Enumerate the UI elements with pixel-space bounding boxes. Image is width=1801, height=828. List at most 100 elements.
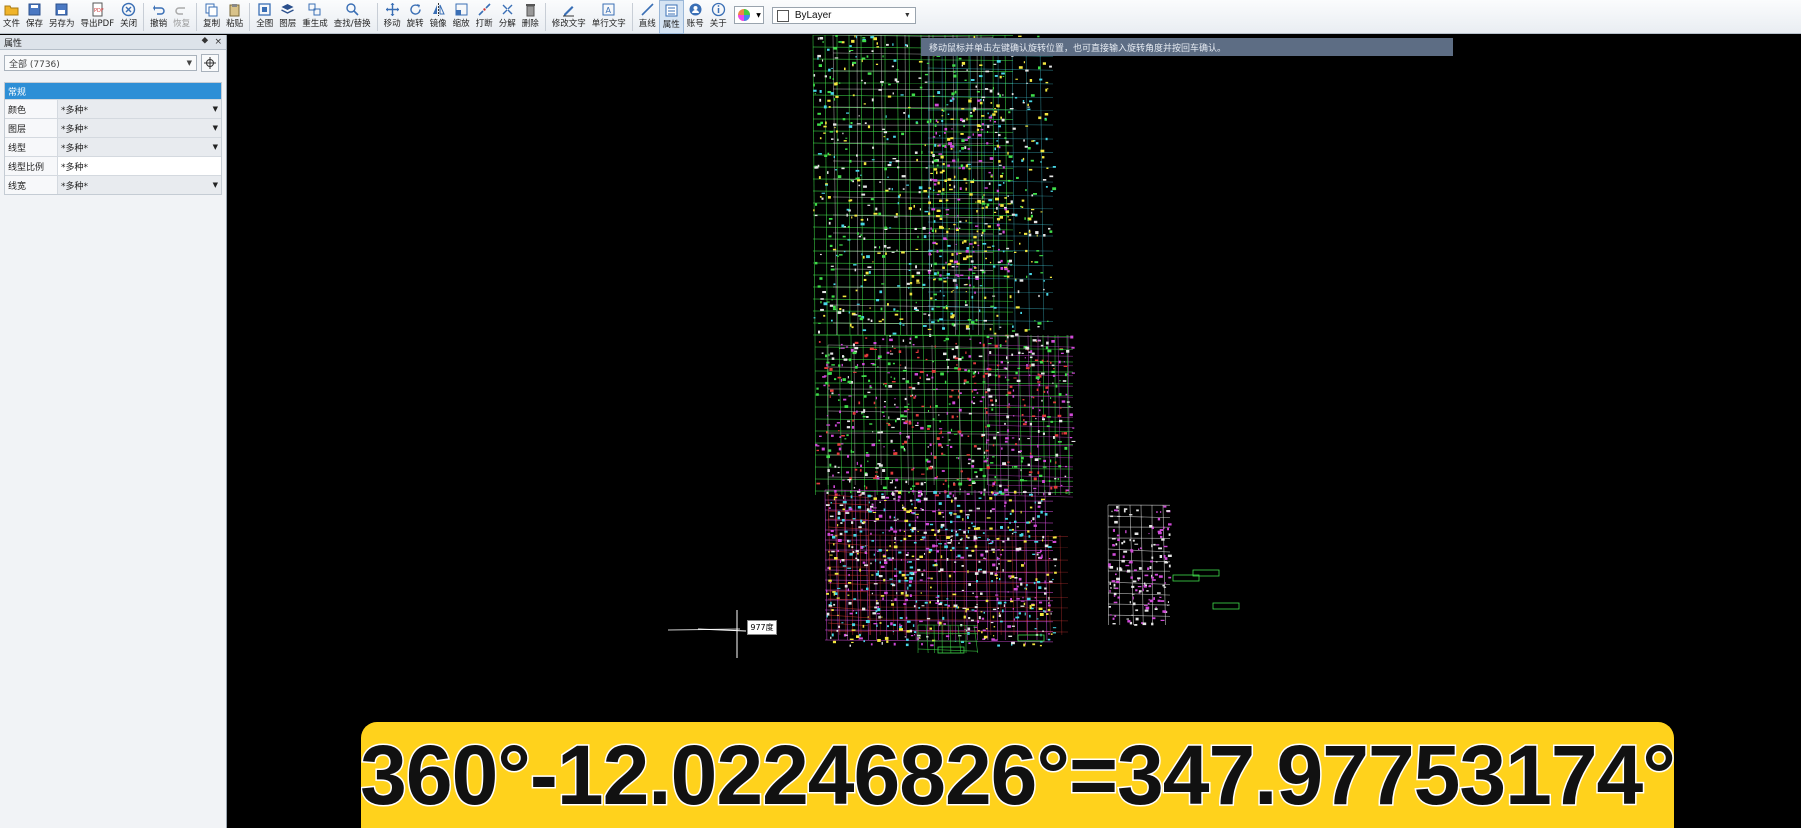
findreplace-label: 查找/替换 [333, 19, 371, 29]
subtitle-banner: 360°-12.02246826°=347.97753174° [361, 722, 1674, 828]
chevron-down-icon: ▼ [212, 143, 218, 151]
property-key: 线型 [5, 138, 58, 156]
close-label: 关闭 [120, 19, 138, 29]
layers-button[interactable]: 图层 [276, 0, 299, 34]
singletext-button[interactable]: A 单行文字 [589, 0, 629, 34]
toolbar-separator [143, 3, 145, 31]
property-value-text: *多种* [61, 124, 89, 135]
findreplace-button[interactable]: 查找/替换 [331, 0, 374, 34]
info-icon [710, 2, 726, 17]
copy-button[interactable]: 复制 [200, 0, 223, 34]
chevron-down-icon: ▼ [186, 59, 192, 67]
edittext-button[interactable]: 修改文字 [549, 0, 589, 34]
property-value[interactable]: *多种* ▼ [58, 119, 221, 137]
property-key: 线型比例 [5, 157, 58, 175]
chevron-down-icon: ▼ [212, 181, 218, 189]
property-value[interactable]: *多种* ▼ [58, 176, 221, 194]
scale-icon [453, 2, 469, 17]
redo-button[interactable]: 恢复 [170, 0, 193, 34]
save-button[interactable]: 保存 [23, 0, 46, 34]
panel-title: 属性 [4, 38, 23, 49]
main-toolbar: 文件 保存 另存为 PDF 导出PDF 关闭 撤销 恢复 复制 粘贴 全图 图层 重生成 查找/替换 移动旋… [0, 0, 1801, 34]
break-button[interactable]: 打断 [473, 0, 496, 34]
pdf-icon: PDF [89, 2, 105, 17]
paste-button[interactable]: 粘贴 [223, 0, 246, 34]
redo-label: 恢复 [173, 19, 191, 29]
regen-button[interactable]: 重生成 [299, 0, 331, 34]
toolbar-separator [376, 3, 378, 31]
crosshair-icon [204, 57, 216, 69]
property-row[interactable]: 线型 *多种* ▼ [5, 137, 221, 156]
toolbar-separator [196, 3, 198, 31]
toolbar-separator [249, 3, 251, 31]
line-button[interactable]: 直线 [636, 0, 659, 34]
delete-button[interactable]: 删除 [519, 0, 542, 34]
zoomall-button[interactable]: 全图 [253, 0, 276, 34]
mirror-label: 镜像 [429, 19, 447, 29]
singletext-label: 单行文字 [591, 19, 626, 29]
cad-drawing [667, 35, 1240, 658]
property-row[interactable]: 线宽 *多种* ▼ [5, 175, 221, 194]
floor-plan-lines [667, 35, 1240, 658]
drawing-canvas[interactable]: 移动鼠标并单击左键确认旋转位置，也可直接输入旋转角度并按回车确认。 977度 [228, 35, 1801, 828]
rotate-icon [407, 2, 423, 17]
redo-icon [174, 2, 190, 17]
account-button[interactable]: 账号 [684, 0, 707, 34]
paste-icon [227, 2, 243, 17]
property-grid: 常规 颜色 *多种* ▼ 图层 *多种* ▼ 线型 *多种* ▼ 线型比例 *多种* 线宽 *多种* ▼ [4, 82, 222, 195]
line-icon [639, 2, 655, 17]
layers-label: 图层 [279, 19, 297, 29]
copy-icon [204, 2, 220, 17]
property-row[interactable]: 图层 *多种* ▼ [5, 118, 221, 137]
saveas-button[interactable]: 另存为 [46, 0, 78, 34]
property-row[interactable]: 颜色 *多种* ▼ [5, 99, 221, 118]
close-button[interactable]: 关闭 [117, 0, 140, 34]
regen-icon [307, 2, 323, 17]
line-label: 直线 [638, 19, 656, 29]
file-button[interactable]: 文件 [0, 0, 23, 34]
property-value-text: *多种* [61, 162, 89, 173]
undo-button[interactable]: 撤销 [147, 0, 170, 34]
delete-icon [522, 2, 538, 17]
property-value-text: *多种* [61, 105, 89, 116]
move-button[interactable]: 移动 [381, 0, 404, 34]
scale-button[interactable]: 缩放 [450, 0, 473, 34]
edittext-label: 修改文字 [551, 19, 586, 29]
about-button[interactable]: 关于 [707, 0, 730, 34]
rotate-button[interactable]: 旋转 [404, 0, 427, 34]
property-value[interactable]: *多种* [58, 157, 221, 175]
rotation-angle-input[interactable]: 977度 [747, 620, 777, 635]
mirror-button[interactable]: 镜像 [427, 0, 450, 34]
layer-select[interactable]: ByLayer ▼ [771, 7, 916, 24]
file-label: 文件 [3, 19, 21, 29]
move-label: 移动 [383, 19, 401, 29]
panel-close-icon[interactable]: × [214, 37, 222, 47]
saveas-label: 另存为 [49, 19, 75, 29]
properties-button[interactable]: 属性 [658, 0, 684, 34]
color-picker[interactable]: ▼ [733, 6, 764, 24]
properties-panel: 属性 ⯁ × 全部 (7736) ▼ 常规 颜色 *多种* ▼ 图层 *多种* ▼ 线型 *多… [0, 35, 227, 828]
selection-filter-select[interactable]: 全部 (7736) ▼ [4, 55, 197, 71]
undo-label: 撤销 [150, 19, 168, 29]
property-key: 颜色 [5, 100, 58, 118]
chevron-down-icon: ▼ [212, 105, 218, 113]
property-category-general[interactable]: 常规 [5, 83, 221, 99]
command-hint-tooltip: 移动鼠标并单击左键确认旋转位置，也可直接输入旋转角度并按回车确认。 [921, 38, 1453, 56]
property-value[interactable]: *多种* ▼ [58, 138, 221, 156]
chevron-down-icon: ▼ [756, 11, 761, 19]
svg-text:PDF: PDF [94, 8, 104, 14]
regen-label: 重生成 [302, 19, 328, 29]
panel-header: 属性 ⯁ × [0, 35, 226, 50]
delete-label: 删除 [521, 19, 539, 29]
edit-text-icon [561, 2, 577, 17]
property-row[interactable]: 线型比例 *多种* [5, 156, 221, 175]
close-circle-icon [121, 2, 137, 17]
toolbar-separator [631, 3, 633, 31]
toolbar-separator [544, 3, 546, 31]
quick-select-button[interactable] [201, 54, 219, 72]
pin-icon[interactable]: ⯁ [201, 37, 208, 47]
copy-label: 复制 [203, 19, 221, 29]
exportpdf-button[interactable]: PDF 导出PDF [78, 0, 118, 34]
property-value[interactable]: *多种* ▼ [58, 100, 221, 118]
explode-button[interactable]: 分解 [496, 0, 519, 34]
